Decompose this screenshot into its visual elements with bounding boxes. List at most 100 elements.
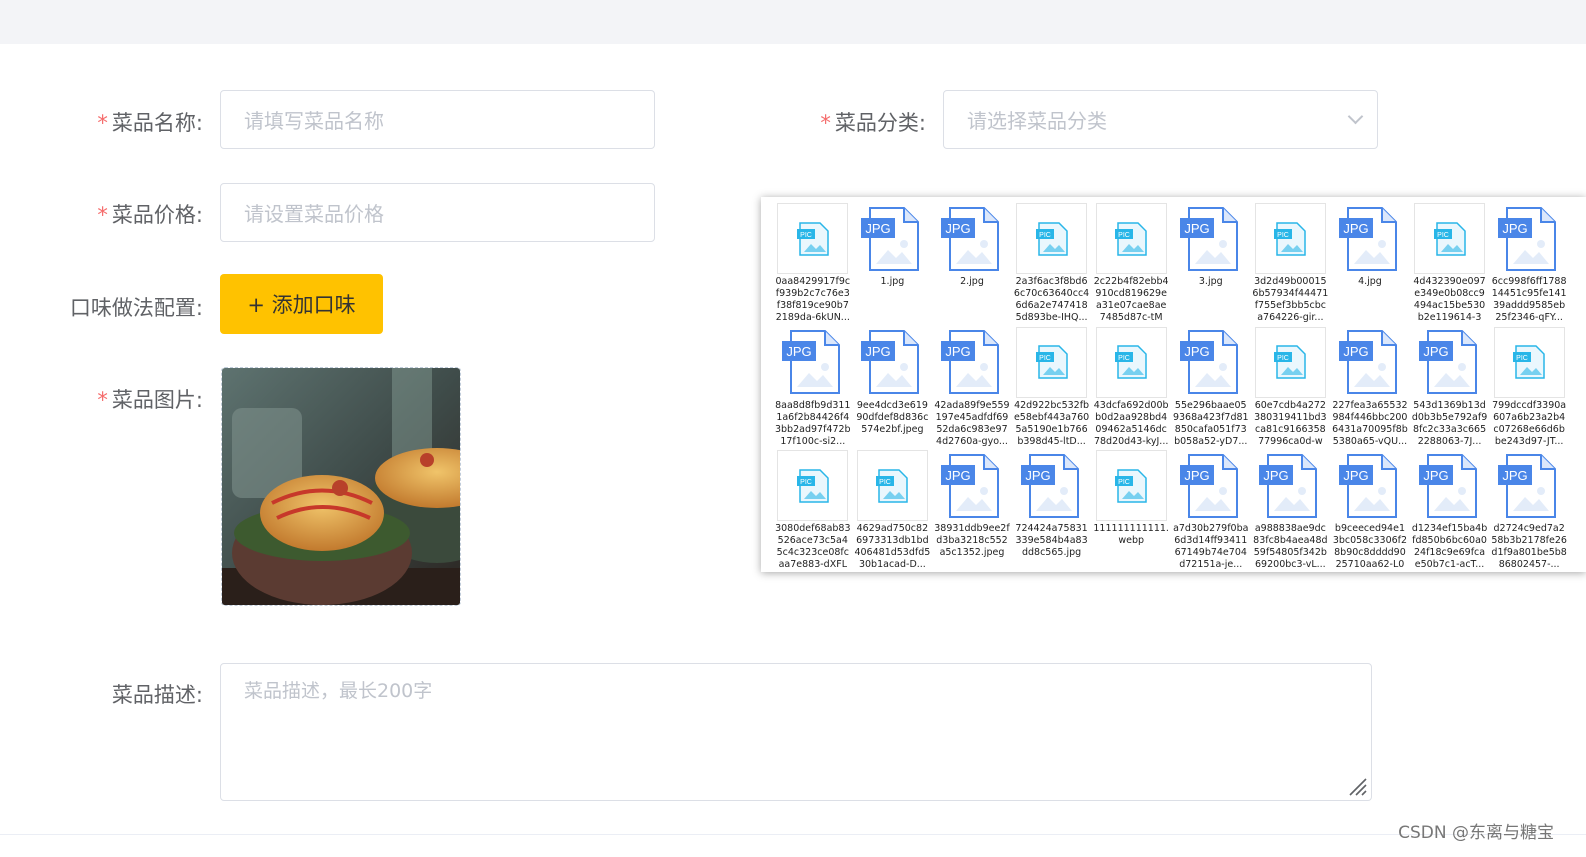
file-name: 8aa8d8fb9d3111a6f2b84426f43bb2ad97f472b1… <box>774 399 851 447</box>
jpg-file-icon: JPG <box>1175 450 1246 521</box>
jpg-file-icon: JPG <box>936 327 1007 398</box>
file-item[interactable]: PIC 111111111111.webp <box>1091 450 1171 572</box>
watermark: CSDN @东离与糖宝 <box>1398 823 1554 843</box>
image-file-icon: PIC <box>1254 203 1326 274</box>
svg-text:JPG: JPG <box>1264 468 1289 483</box>
required-mark: * <box>97 388 108 412</box>
file-item[interactable]: JPG 3.jpg <box>1171 203 1251 327</box>
file-name: 724424a75831339e584b4a83dd8c565.jpg <box>1015 523 1088 558</box>
svg-text:JPG: JPG <box>1343 344 1368 359</box>
svg-text:JPG: JPG <box>1502 468 1527 483</box>
file-name: 3.jpg <box>1198 276 1223 287</box>
file-item[interactable]: JPG 227fea3a65532984f446bbc2006431a70095f… <box>1330 327 1410 451</box>
dish-category-select[interactable]: 请选择菜品分类 <box>943 90 1378 149</box>
jpg-file-icon: JPG <box>777 327 848 398</box>
jpg-file-icon: JPG <box>1334 450 1405 521</box>
divider <box>0 834 1586 835</box>
file-name: 4629ad750c826973313db1bd406481d53dfd530b… <box>854 523 931 570</box>
file-item[interactable]: JPG 9ee4dcd3e61990dfdef8d836c574e2bf.jpeg <box>853 327 933 451</box>
file-item[interactable]: PIC 0aa8429917f9cf939b2c7c76e3f38f819ce90… <box>773 203 853 327</box>
jpg-file-icon: JPG <box>936 450 1007 521</box>
file-name: 111111111111.webp <box>1093 523 1169 546</box>
image-file-icon: PIC <box>1095 450 1167 521</box>
file-item[interactable]: PIC 4629ad750c826973313db1bd406481d53dfd5… <box>853 450 933 572</box>
resize-handle-icon[interactable] <box>1344 773 1368 797</box>
file-name: 4d432390e097e349e0b08cc9494ac15be530b2e1… <box>1413 276 1486 323</box>
file-item[interactable]: PIC 4d432390e097e349e0b08cc9494ac15be530b… <box>1410 203 1490 327</box>
image-file-icon: PIC <box>1095 326 1167 398</box>
file-name: 60e7cdb4a272380319411bd3ca81c91663587799… <box>1254 399 1327 447</box>
file-name: 9ee4dcd3e61990dfdef8d836c574e2bf.jpeg <box>856 399 929 435</box>
dish-description-label: 菜品描述: <box>111 683 203 707</box>
file-name: a988838ae9dc83fc8b4aea48d59f54805f342b69… <box>1253 523 1328 570</box>
svg-text:JPG: JPG <box>866 221 891 236</box>
file-item[interactable]: PIC 3d2d49b000156b57934f44471f755ef3bb5cb… <box>1251 203 1331 327</box>
dish-image-upload[interactable] <box>221 367 461 606</box>
file-name: 2.jpg <box>960 276 984 287</box>
svg-text:PIC: PIC <box>1039 232 1051 239</box>
file-item[interactable]: PIC 3080def68ab83526ace73c5a45c4c323ce08f… <box>773 450 853 572</box>
file-name: 543d1369b13dd0b3b5e792af98fc2c33a3c66522… <box>1411 399 1488 447</box>
file-item[interactable]: JPG 1.jpg <box>853 203 933 327</box>
svg-text:PIC: PIC <box>1118 355 1130 362</box>
file-name: 4.jpg <box>1358 276 1382 287</box>
file-item[interactable]: JPG 8aa8d8fb9d3111a6f2b84426f43bb2ad97f47… <box>773 327 853 451</box>
svg-text:JPG: JPG <box>1343 468 1368 483</box>
file-item[interactable]: JPG d1234ef15ba4bfd850b6bc60a024f18c9e69f… <box>1410 450 1490 572</box>
file-item[interactable]: JPG 724424a75831339e584b4a83dd8c565.jpg <box>1012 450 1092 572</box>
image-file-icon: PIC <box>777 203 849 274</box>
jpg-file-icon: JPG <box>1334 327 1405 398</box>
file-item[interactable]: PIC 2c22b4f82ebb4910cd819629ea31e07cae8ae… <box>1091 203 1171 327</box>
required-mark: * <box>97 111 108 135</box>
file-name: b9ceeced94e13bc058c3306f28b90c8dddd90257… <box>1332 523 1408 570</box>
jpg-file-icon: JPG <box>1334 203 1405 274</box>
jpg-file-icon: JPG <box>1016 450 1087 521</box>
svg-text:PIC: PIC <box>1118 479 1130 486</box>
file-name: d2724c9ed7a258b3b2178fe26d1f9a801be5b886… <box>1491 523 1567 570</box>
jpg-file-icon: JPG <box>1255 450 1326 521</box>
dish-price-input[interactable]: 请设置菜品价格 <box>220 183 655 242</box>
svg-text:JPG: JPG <box>945 221 970 236</box>
file-item[interactable]: PIC 799dccdf3390a607a6b23a2b4c07268e66d6b… <box>1489 326 1569 451</box>
file-item[interactable]: JPG b9ceeced94e13bc058c3306f28b90c8dddd90… <box>1330 450 1410 572</box>
dish-description-textarea[interactable]: 菜品描述，最长200字 <box>220 663 1372 801</box>
file-name: 1.jpg <box>880 276 905 287</box>
jpg-file-icon: JPG <box>1175 327 1246 398</box>
file-name: 2a3f6ac3f8bd66c70c63640cc46d6a2e7474185d… <box>1013 276 1090 323</box>
file-name: 42ada89f9e559197e45adfdf6952da6c983e974d… <box>934 399 1010 447</box>
dish-image-label: * 菜品图片: <box>97 388 203 412</box>
jpg-file-icon: JPG <box>1494 450 1565 521</box>
file-item[interactable]: PIC 43dcfa692d00bb0d2aa928bd409462a5146dc… <box>1091 326 1171 451</box>
file-grid: PIC 0aa8429917f9cf939b2c7c76e3f38f819ce90… <box>773 203 1569 572</box>
chevron-down-icon <box>1347 108 1364 125</box>
image-file-icon: PIC <box>1414 203 1486 274</box>
image-file-icon: PIC <box>1254 326 1326 398</box>
jpg-file-icon: JPG <box>1414 450 1485 521</box>
file-item[interactable]: JPG 543d1369b13dd0b3b5e792af98fc2c33a3c66… <box>1410 327 1490 451</box>
svg-text:JPG: JPG <box>1184 344 1209 359</box>
file-item[interactable]: JPG 2.jpg <box>932 203 1012 327</box>
dish-name-label: * 菜品名称: <box>97 111 203 135</box>
svg-text:PIC: PIC <box>800 232 812 239</box>
file-name: 2c22b4f82ebb4910cd819629ea31e07cae8ae748… <box>1093 276 1169 323</box>
add-flavor-button[interactable]: + 添加口味 <box>220 274 383 334</box>
image-file-icon: PIC <box>1493 326 1565 398</box>
file-item[interactable]: JPG 55e296baae059368a423f7d81850cafa051f7… <box>1171 327 1251 451</box>
file-item[interactable]: JPG 38931ddb9ee2fd3ba3218c552a5c1352.jpeg <box>932 450 1012 572</box>
svg-text:PIC: PIC <box>1437 232 1449 239</box>
svg-text:PIC: PIC <box>1516 355 1528 362</box>
dish-name-input[interactable]: 请填写菜品名称 <box>220 90 655 149</box>
file-item[interactable]: PIC 2a3f6ac3f8bd66c70c63640cc46d6a2e74741… <box>1012 203 1092 327</box>
file-item[interactable]: JPG d2724c9ed7a258b3b2178fe26d1f9a801be5b… <box>1489 450 1569 572</box>
file-item[interactable]: PIC 42d922bc532fbe58ebf443a7605a5190e1b76… <box>1012 326 1092 451</box>
file-item[interactable]: JPG 42ada89f9e559197e45adfdf6952da6c983e9… <box>932 327 1012 451</box>
file-item[interactable]: PIC 60e7cdb4a272380319411bd3ca81c91663587… <box>1251 326 1331 451</box>
file-item[interactable]: JPG a988838ae9dc83fc8b4aea48d59f54805f342… <box>1251 450 1331 572</box>
file-item[interactable]: JPG a7d30b279f0ba6d3d14ff9341167149b74e70… <box>1171 450 1251 572</box>
file-item[interactable]: JPG 6cc998f6ff178814451c95fe14139addd9585… <box>1489 203 1569 327</box>
svg-text:JPG: JPG <box>1423 468 1448 483</box>
image-file-icon: PIC <box>777 450 849 521</box>
top-bar <box>0 0 1586 44</box>
file-item[interactable]: JPG 4.jpg <box>1330 203 1410 327</box>
jpg-file-icon: JPG <box>1414 327 1485 398</box>
